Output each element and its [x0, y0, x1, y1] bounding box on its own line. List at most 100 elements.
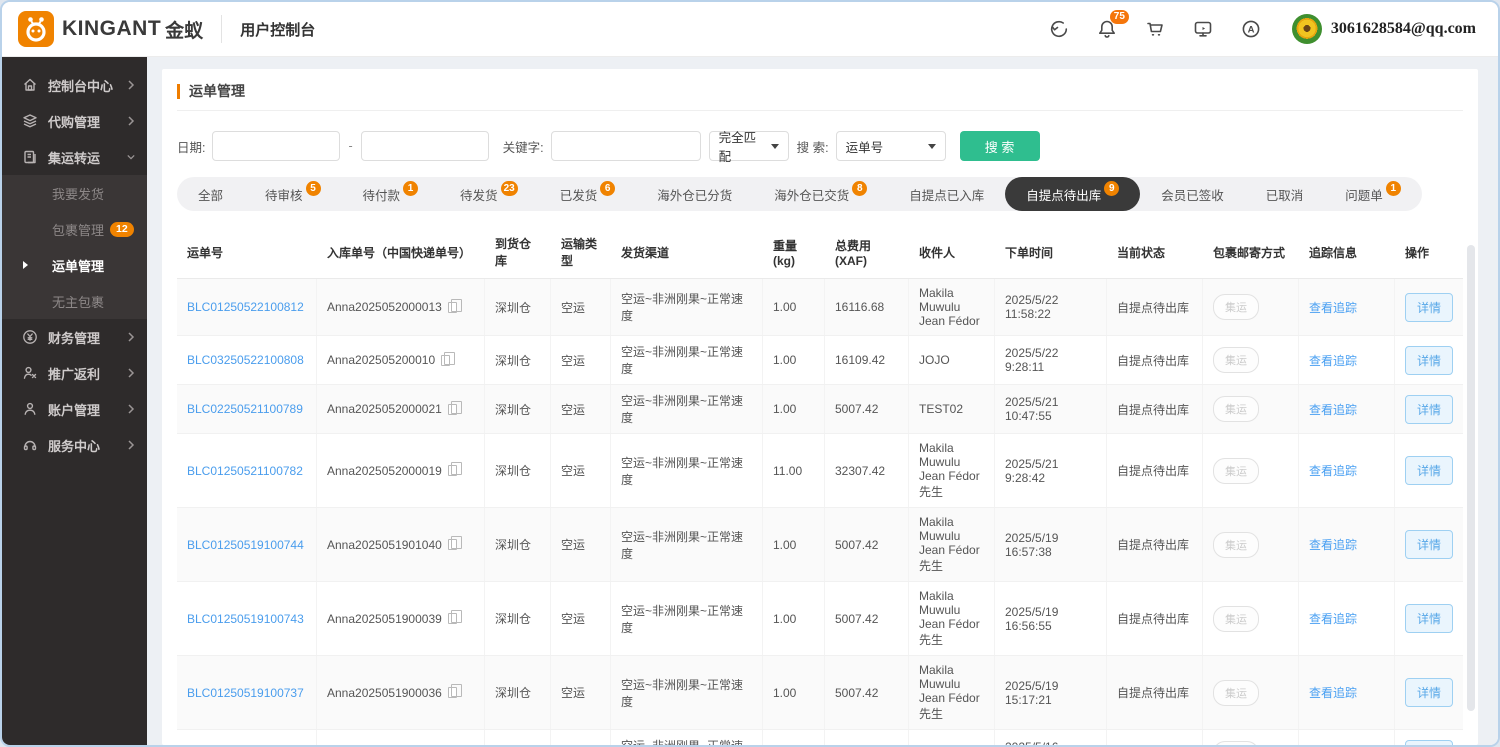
detail-button[interactable]: 详情 [1405, 395, 1453, 424]
sidebar-item-purchasing[interactable]: 代购管理 [2, 103, 147, 139]
view-tracking-link[interactable]: 查看追踪 [1309, 684, 1357, 701]
sidebar-item-ship-now[interactable]: 我要发货 [2, 175, 147, 211]
history-icon[interactable] [1048, 18, 1070, 40]
detail-button[interactable]: 详情 [1405, 678, 1453, 707]
transport-type-cell: 空运 [551, 656, 611, 729]
transport-type-cell: 空运 [551, 508, 611, 581]
person-icon [22, 401, 38, 417]
transport-type-cell: 空运 [551, 336, 611, 384]
date-end-input[interactable] [361, 131, 489, 161]
keyword-input[interactable] [551, 131, 701, 161]
order-time-cell: 2025/5/19 16:57:38 [995, 508, 1107, 581]
sidebar-item-package-management[interactable]: 包裹管理 12 [2, 211, 147, 247]
status-tab[interactable]: 待付款 1 [342, 177, 440, 211]
mail-method-pill: 集运 [1213, 741, 1259, 747]
copy-icon[interactable] [448, 613, 457, 624]
sidebar-item-account[interactable]: 账户管理 [2, 391, 147, 427]
waybill-number-link[interactable]: BLC01250522100812 [187, 300, 304, 314]
app-window: KINGANT 金蚁 用户控制台 75 [0, 0, 1500, 747]
scrollbar[interactable] [1467, 245, 1475, 711]
keyword-label: 关键字: [503, 137, 544, 156]
detail-button[interactable]: 详情 [1405, 530, 1453, 559]
tab-count-badge: 9 [1104, 181, 1119, 196]
status-tab[interactable]: 海外仓已分货 [636, 177, 753, 211]
waybill-number-link[interactable]: BLC01250519100744 [187, 538, 304, 552]
view-tracking-link[interactable]: 查看追踪 [1309, 299, 1357, 316]
status-tab[interactable]: 待审核 5 [244, 177, 342, 211]
weight-cell: 1.00 [763, 385, 825, 433]
user-account[interactable]: 3061628584@qq.com [1292, 14, 1476, 44]
waybill-number-link[interactable]: BLC01250519100737 [187, 686, 304, 700]
status-tab[interactable]: 自提点待出库 9 [1005, 177, 1140, 211]
copy-icon[interactable] [441, 355, 450, 366]
mail-method-pill: 集运 [1213, 396, 1259, 422]
warehouse-cell: 深圳仓 [485, 582, 551, 655]
detail-button[interactable]: 详情 [1405, 740, 1453, 747]
recipient-cell: Makila Muwulu Jean Fédor [909, 279, 995, 335]
money-icon [22, 329, 38, 345]
page-title: 运单管理 [177, 84, 1463, 99]
cart-icon[interactable] [1144, 18, 1166, 40]
mail-method-pill: 集运 [1213, 680, 1259, 706]
chevron-right-icon [127, 332, 135, 342]
copy-icon[interactable] [448, 465, 457, 476]
sidebar-item-unclaimed-packages[interactable]: 无主包裹 [2, 283, 147, 319]
channel-cell: 空运~非洲刚果~正常速度 [611, 434, 763, 507]
detail-button[interactable]: 详情 [1405, 456, 1453, 485]
table-body: BLC01250522100812 Anna2025052000013 深圳仓 … [177, 279, 1463, 747]
waybill-number-link[interactable]: BLC02250521100789 [187, 402, 303, 416]
waybill-number-link[interactable]: BLC03250522100808 [187, 353, 304, 367]
status-tab[interactable]: 海外仓已交货 8 [753, 177, 888, 211]
sidebar: 控制台中心 代购管理 集运转运 我要发货 [2, 57, 147, 745]
recipient-cell: JOJO [909, 336, 995, 384]
view-tracking-link[interactable]: 查看追踪 [1309, 610, 1357, 627]
status-tab[interactable]: 自提点已入库 [888, 177, 1005, 211]
detail-button[interactable]: 详情 [1405, 604, 1453, 633]
recipient-cell: Makila Muwulu Jean Fédor先生 [909, 582, 995, 655]
status-tab[interactable]: 待发货 23 [439, 177, 539, 211]
tab-count-badge: 5 [306, 181, 321, 196]
search-button[interactable]: 搜 索 [960, 131, 1040, 161]
tab-count-badge: 6 [600, 181, 615, 196]
status-cell: 自提点待出库 [1107, 582, 1203, 655]
inbound-number: Anna2025052000021 [327, 402, 442, 416]
status-tab[interactable]: 已取消 [1245, 177, 1325, 211]
detail-button[interactable]: 详情 [1405, 346, 1453, 375]
copy-icon[interactable] [448, 687, 457, 698]
status-tab[interactable]: 会员已签收 [1140, 177, 1245, 211]
sidebar-item-waybill-management[interactable]: 运单管理 [2, 247, 147, 283]
total-fee-cell: 5007.42 [825, 656, 909, 729]
column-header: 包裹邮寄方式 [1203, 226, 1299, 278]
detail-button[interactable]: 详情 [1405, 293, 1453, 322]
waybill-number-link[interactable]: BLC01250519100743 [187, 612, 304, 626]
date-start-input[interactable] [212, 131, 340, 161]
notifications[interactable]: 75 [1096, 18, 1118, 40]
status-tab[interactable]: 已发货 6 [539, 177, 637, 211]
sidebar-item-service-center[interactable]: 服务中心 [2, 427, 147, 463]
status-cell: 自提点待出库 [1107, 730, 1203, 747]
status-tab[interactable]: 全部 [177, 177, 244, 211]
avatar[interactable] [1292, 14, 1322, 44]
match-mode-select[interactable]: 完全匹配 [709, 131, 789, 161]
sidebar-item-finance[interactable]: 财务管理 [2, 319, 147, 355]
status-cell: 自提点待出库 [1107, 385, 1203, 433]
copy-icon[interactable] [448, 539, 457, 550]
notification-badge: 75 [1110, 10, 1129, 24]
copy-icon[interactable] [448, 302, 457, 313]
sidebar-item-console-center[interactable]: 控制台中心 [2, 67, 147, 103]
view-tracking-link[interactable]: 查看追踪 [1309, 352, 1357, 369]
view-tracking-link[interactable]: 查看追踪 [1309, 401, 1357, 418]
console-title: 用户控制台 [240, 19, 315, 40]
tab-count-badge: 1 [1386, 181, 1401, 196]
copy-icon[interactable] [448, 404, 457, 415]
waybill-number-link[interactable]: BLC01250521100782 [187, 464, 303, 478]
status-tab[interactable]: 问题单 1 [1324, 177, 1422, 211]
table-row: BLC01250519100737 Anna2025051900036 深圳仓 … [177, 656, 1463, 730]
view-tracking-link[interactable]: 查看追踪 [1309, 536, 1357, 553]
monitor-icon[interactable] [1192, 18, 1214, 40]
sidebar-item-consolidation[interactable]: 集运转运 [2, 139, 147, 175]
search-type-select[interactable]: 运单号 [836, 131, 946, 161]
sidebar-item-promotion[interactable]: 推广返利 [2, 355, 147, 391]
translate-a-icon[interactable]: A [1240, 18, 1262, 40]
view-tracking-link[interactable]: 查看追踪 [1309, 462, 1357, 479]
